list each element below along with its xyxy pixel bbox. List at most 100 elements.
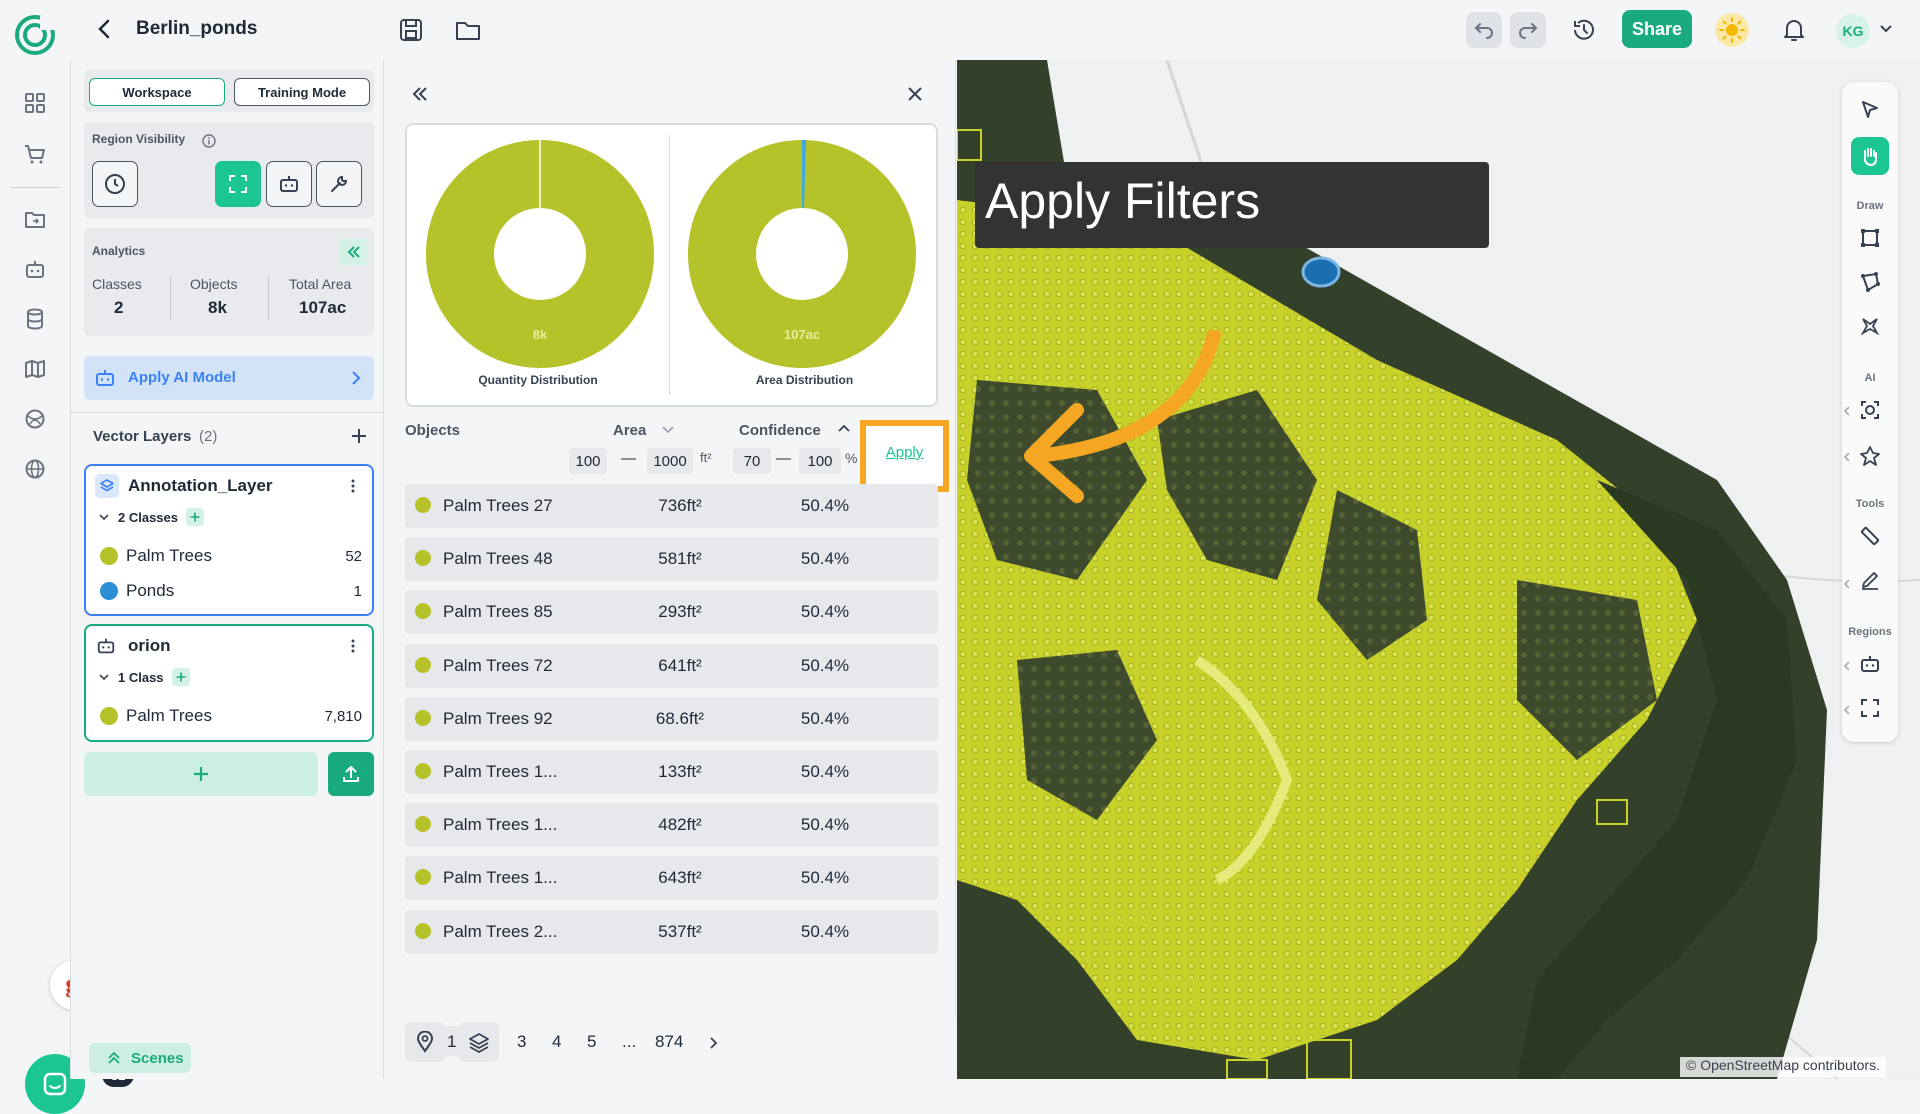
apply-filter-button[interactable]: Apply	[866, 444, 943, 461]
folder-open-icon[interactable]	[22, 206, 48, 232]
confidence-min-input[interactable]: 70	[733, 448, 771, 474]
region-robot-icon[interactable]	[1856, 650, 1884, 678]
layers-stack-icon	[469, 1033, 489, 1053]
upload-button[interactable]	[328, 752, 374, 796]
ai-segment-icon[interactable]	[1856, 442, 1884, 470]
chevron-down-icon[interactable]	[98, 512, 110, 522]
table-row[interactable]: Palm Trees 27 736ft² 50.4%	[405, 484, 938, 528]
add-class-icon[interactable]	[186, 508, 204, 526]
ai-visibility-button[interactable]	[266, 161, 312, 207]
more-vertical-icon[interactable]	[350, 638, 356, 654]
freeform-draw-icon[interactable]	[1856, 312, 1884, 340]
chevron-up-icon[interactable]	[837, 422, 851, 434]
app-logo-icon[interactable]	[14, 14, 56, 56]
page-link[interactable]: 1	[447, 1032, 456, 1052]
page-link[interactable]: 874	[655, 1032, 683, 1052]
layers-globe-icon[interactable]	[22, 406, 48, 432]
chevron-left-icon[interactable]	[1843, 578, 1851, 590]
area-min-input[interactable]: 100	[569, 448, 607, 474]
class-name: Palm Trees	[126, 546, 212, 565]
row-area: 581ft²	[658, 549, 702, 569]
rectangle-draw-icon[interactable]	[1856, 224, 1884, 252]
select-pointer-icon[interactable]	[1856, 96, 1884, 124]
next-page-icon[interactable]	[709, 1036, 719, 1050]
dashboard-icon[interactable]	[22, 90, 48, 116]
table-row[interactable]: Palm Trees 92 68.6ft² 50.4%	[405, 696, 938, 741]
add-layer-icon[interactable]	[349, 426, 369, 446]
tools-visibility-button[interactable]	[316, 161, 362, 207]
collapse-analytics-button[interactable]	[340, 238, 368, 266]
table-row[interactable]: Palm Trees 2... 537ft² 50.4%	[405, 909, 938, 954]
table-row[interactable]: Palm Trees 72 641ft² 50.4%	[405, 643, 938, 688]
confidence-column-header[interactable]: Confidence	[739, 422, 821, 439]
pen-icon[interactable]	[1856, 566, 1884, 594]
total-area-label: Total Area	[289, 276, 352, 292]
chevron-left-icon[interactable]	[1843, 405, 1851, 417]
folder-icon[interactable]	[454, 17, 482, 43]
row-color-dot	[415, 763, 431, 779]
quantity-donut: 8k	[426, 140, 654, 368]
cart-icon[interactable]	[22, 141, 48, 167]
undo-button[interactable]	[1466, 12, 1502, 48]
database-icon[interactable]	[22, 306, 48, 332]
map-pin-icon	[416, 1031, 434, 1053]
globe-icon[interactable]	[22, 456, 48, 482]
user-avatar[interactable]: KG	[1836, 14, 1870, 48]
confidence-max-input[interactable]: 100	[799, 448, 841, 474]
close-icon[interactable]	[907, 86, 923, 102]
theme-toggle-button[interactable]	[1714, 12, 1750, 48]
location-button[interactable]	[405, 1022, 445, 1062]
analytics-detail-panel: 8k Quantity Distribution 107ac Area Dist…	[385, 60, 956, 1056]
apply-ai-model-button[interactable]: Apply AI Model	[84, 356, 374, 400]
basemap-layers-button[interactable]	[459, 1022, 499, 1062]
ai-detect-icon[interactable]	[1856, 396, 1884, 424]
add-class-icon[interactable]	[172, 668, 190, 686]
map-canvas[interactable]: Apply Filters © OpenStreetMap contributo…	[957, 60, 1920, 1079]
notifications-button[interactable]	[1776, 12, 1812, 48]
table-row[interactable]: Palm Trees 1... 643ft² 50.4%	[405, 856, 938, 901]
chevron-left-icon[interactable]	[1843, 451, 1851, 463]
table-row[interactable]: Palm Trees 85 293ft² 50.4%	[405, 590, 938, 635]
layer-name: Annotation_Layer	[128, 476, 273, 495]
save-icon[interactable]	[398, 17, 424, 43]
page-link[interactable]: 3	[517, 1032, 526, 1052]
chevron-down-icon[interactable]	[1878, 22, 1894, 36]
layer-card-orion[interactable]: orion 1 Class Palm Trees 7,810	[84, 624, 374, 742]
share-button[interactable]: Share	[1622, 10, 1692, 48]
chevron-down-icon[interactable]	[661, 424, 675, 436]
map-icon[interactable]	[22, 356, 48, 382]
ruler-icon[interactable]	[1856, 522, 1884, 550]
region-expand-icon[interactable]	[1856, 694, 1884, 722]
more-vertical-icon[interactable]	[350, 478, 356, 494]
table-row[interactable]: Palm Trees 1... 133ft² 50.4%	[405, 750, 938, 794]
chevron-left-icon[interactable]	[1843, 704, 1851, 716]
robot-icon[interactable]	[22, 256, 48, 282]
layers-icon	[95, 474, 119, 498]
page-link[interactable]: 5	[587, 1032, 596, 1052]
chevron-down-icon[interactable]	[98, 672, 110, 682]
redo-button[interactable]	[1510, 12, 1546, 48]
chevron-left-icon[interactable]	[1843, 660, 1851, 672]
table-row[interactable]: Palm Trees 1... 482ft² 50.4%	[405, 803, 938, 848]
info-icon[interactable]	[202, 134, 216, 148]
page-link[interactable]: 4	[552, 1032, 561, 1052]
add-layer-button[interactable]	[84, 752, 318, 796]
fullscreen-visibility-button[interactable]	[215, 161, 261, 207]
history-button[interactable]	[1566, 12, 1602, 48]
table-row[interactable]: Palm Trees 48 581ft² 50.4%	[405, 537, 938, 582]
pan-hand-button[interactable]	[1851, 137, 1889, 175]
layer-name: orion	[128, 636, 171, 655]
double-chevron-left-icon[interactable]	[411, 86, 429, 102]
history-visibility-button[interactable]	[92, 161, 138, 207]
layer-card-annotation[interactable]: Annotation_Layer 2 Classes Palm Trees 52…	[84, 464, 374, 616]
robot-icon	[280, 176, 298, 192]
page-link[interactable]: ...	[622, 1032, 636, 1052]
scenes-button[interactable]: Scenes	[89, 1043, 191, 1073]
workspace-tab[interactable]: Workspace	[89, 78, 225, 106]
row-area: 537ft²	[658, 921, 702, 941]
training-mode-tab[interactable]: Training Mode	[234, 78, 370, 106]
area-max-input[interactable]: 1000	[647, 448, 693, 474]
area-column-header[interactable]: Area	[613, 422, 646, 439]
polygon-draw-icon[interactable]	[1856, 268, 1884, 296]
back-arrow-icon[interactable]	[94, 18, 114, 40]
